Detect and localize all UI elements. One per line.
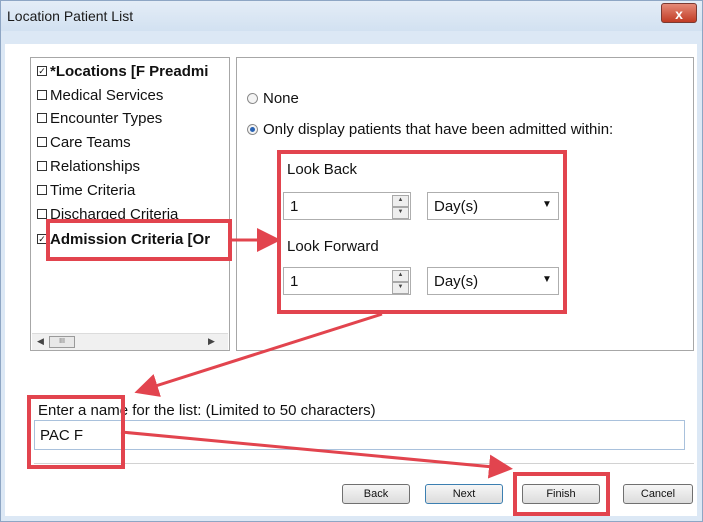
dropdown-arrow-icon[interactable]: ▼: [542, 274, 552, 285]
look-forward-label: Look Forward: [287, 238, 379, 255]
look-back-stepper[interactable]: 1 ▲ ▼: [283, 192, 411, 220]
nav-item-label: Discharged Criteria: [50, 205, 179, 223]
radio-icon-selected[interactable]: [247, 124, 258, 135]
nav-item-label: Encounter Types: [50, 109, 163, 127]
radio-admitted-within[interactable]: Only display patients that have been adm…: [247, 121, 613, 138]
title-bar: Location Patient List x: [1, 1, 702, 31]
checkbox-icon[interactable]: [37, 90, 47, 100]
look-forward-unit-dropdown[interactable]: Day(s) ▼: [427, 267, 559, 295]
spin-down-icon[interactable]: ▼: [392, 207, 409, 219]
spin-down-icon[interactable]: ▼: [392, 282, 409, 294]
list-name-label: Enter a name for the list: (Limited to 5…: [38, 402, 376, 419]
look-back-unit: Day(s): [434, 198, 479, 215]
scroll-left-arrow-icon[interactable]: ◀: [37, 336, 44, 347]
dropdown-arrow-icon[interactable]: ▼: [542, 199, 552, 210]
scroll-thumb[interactable]: III: [49, 336, 75, 348]
look-back-unit-dropdown[interactable]: Day(s) ▼: [427, 192, 559, 220]
nav-item-time-criteria[interactable]: Time Criteria: [37, 179, 135, 201]
finish-button[interactable]: Finish: [522, 484, 600, 504]
nav-item-care-teams[interactable]: Care Teams: [37, 131, 131, 153]
nav-item-label: Care Teams: [50, 133, 131, 151]
radio-none-label: None: [263, 90, 299, 107]
nav-item-label: Time Criteria: [50, 181, 136, 199]
nav-item-label: *Locations [F Preadmi: [50, 62, 209, 80]
nav-item-label: Admission Criteria [Or: [50, 230, 211, 248]
nav-item-encounter-types[interactable]: Encounter Types: [37, 107, 162, 129]
checkbox-icon[interactable]: [37, 113, 47, 123]
look-back-value: 1: [290, 198, 299, 215]
spin-buttons[interactable]: ▲ ▼: [392, 270, 409, 294]
look-forward-stepper[interactable]: 1 ▲ ▼: [283, 267, 411, 295]
look-forward-value: 1: [290, 273, 299, 290]
spin-up-icon[interactable]: ▲: [392, 270, 409, 282]
nav-item-label: Medical Services: [50, 86, 164, 104]
nav-item-medical-services[interactable]: Medical Services: [37, 84, 163, 106]
nav-item-locations[interactable]: ✓ *Locations [F Preadmi: [37, 60, 208, 82]
horizontal-scrollbar[interactable]: ◀ III ▶: [32, 333, 228, 350]
window-title: Location Patient List: [7, 8, 134, 24]
nav-item-relationships[interactable]: Relationships: [37, 155, 140, 177]
spin-buttons[interactable]: ▲ ▼: [392, 195, 409, 219]
back-button[interactable]: Back: [342, 484, 410, 504]
radio-admitted-label: Only display patients that have been adm…: [263, 121, 614, 138]
divider: [34, 463, 694, 464]
nav-item-discharged-criteria[interactable]: Discharged Criteria: [37, 203, 178, 225]
spin-up-icon[interactable]: ▲: [392, 195, 409, 207]
checkbox-icon-checked[interactable]: ✓: [37, 66, 47, 76]
checkbox-icon[interactable]: [37, 161, 47, 171]
nav-item-label: Relationships: [50, 157, 141, 175]
cancel-button[interactable]: Cancel: [623, 484, 693, 504]
checkbox-icon[interactable]: [37, 185, 47, 195]
look-back-label: Look Back: [287, 161, 358, 178]
next-button[interactable]: Next: [425, 484, 503, 504]
close-button[interactable]: x: [661, 3, 697, 23]
checkbox-icon-checked[interactable]: ✓: [37, 234, 47, 244]
options-panel: None Only display patients that have bee…: [236, 57, 694, 351]
radio-icon[interactable]: [247, 93, 258, 104]
checkbox-icon[interactable]: [37, 137, 47, 147]
nav-item-admission-criteria[interactable]: ✓ Admission Criteria [Or: [37, 228, 210, 250]
checkbox-icon[interactable]: [37, 209, 47, 219]
criteria-list: ✓ *Locations [F Preadmi Medical Services…: [30, 57, 230, 351]
list-name-input[interactable]: [34, 420, 685, 450]
look-forward-unit: Day(s): [434, 273, 479, 290]
scroll-right-arrow-icon[interactable]: ▶: [208, 336, 215, 347]
radio-none[interactable]: None: [247, 90, 299, 107]
